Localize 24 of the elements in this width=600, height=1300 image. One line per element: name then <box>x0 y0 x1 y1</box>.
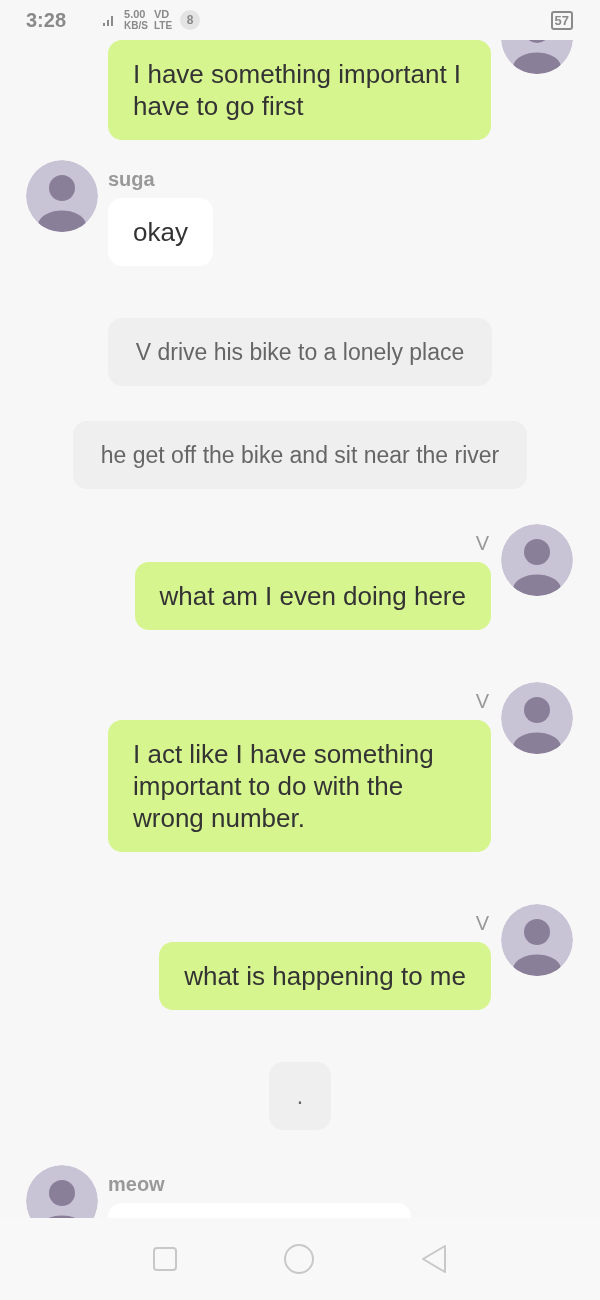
message-text: what is happening to me <box>184 961 466 991</box>
avatar[interactable] <box>26 160 98 232</box>
sender-name: V <box>475 531 489 556</box>
avatar[interactable] <box>501 904 573 976</box>
status-time: 3:28 <box>26 8 67 33</box>
network-speed-unit: KB/S <box>124 20 148 31</box>
sender-name: meow <box>108 1172 165 1197</box>
message-text: what am I even doing here <box>159 581 466 611</box>
message-text: okay <box>133 217 188 247</box>
notification-badge: 8 <box>180 10 201 30</box>
carrier-label: VD <box>153 9 171 20</box>
narration-text: . <box>296 1083 304 1109</box>
narration-text: V drive his bike to a lonely place <box>135 339 465 365</box>
message-text: I have something important I have to go first <box>133 59 462 121</box>
avatar[interactable] <box>501 524 573 596</box>
network-type: LTE <box>153 20 173 31</box>
sender-name: suga <box>108 167 155 192</box>
sender-name: V <box>475 911 489 936</box>
narration-text: he get off the bike and sit near the river <box>100 442 500 468</box>
avatar[interactable] <box>501 682 573 754</box>
battery-indicator: 57 <box>550 10 573 30</box>
message-text: I act like I have something important to do with the wrong number. <box>133 739 434 833</box>
sender-name: V <box>475 689 489 714</box>
network-speed: 5.00 <box>124 9 147 20</box>
